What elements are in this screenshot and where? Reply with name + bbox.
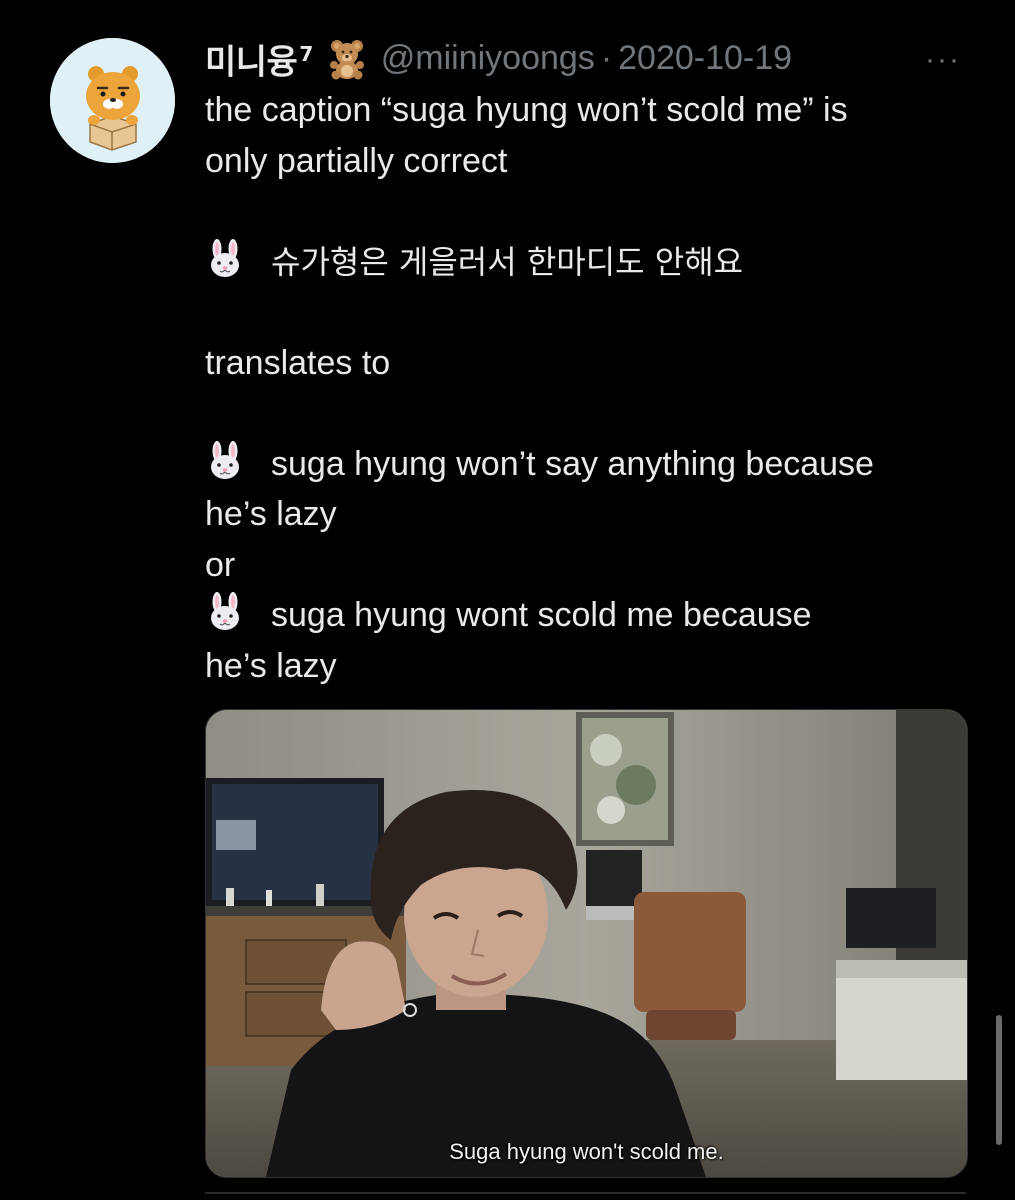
ryan-character-icon	[50, 38, 175, 163]
video-frame-image	[206, 710, 967, 1177]
rabbit-face-icon	[205, 592, 245, 632]
user-handle[interactable]: @miiniyoongs	[381, 36, 595, 80]
rabbit-face-icon	[205, 238, 245, 279]
text-line: or	[205, 545, 236, 584]
translation-line: suga hyung won’t say anything because	[205, 439, 995, 490]
tweet[interactable]: 미니융 7 @miiniyoongs · 2020-10-19 ··· the …	[0, 0, 1015, 1200]
korean-quote-line: 슈가형은 게을러서 한마디도 안해요	[205, 237, 995, 288]
teddy-bear-icon	[325, 36, 369, 80]
display-name[interactable]: 미니융 7	[205, 32, 313, 84]
text-line: he’s lazy	[205, 646, 337, 685]
text-line: the caption “suga hyung won’t scold me” …	[205, 91, 848, 129]
tweet-header: 미니융 7 @miiniyoongs · 2020-10-19	[205, 36, 792, 82]
translation-line: suga hyung wont scold me because	[205, 590, 995, 641]
tweet-text: the caption “suga hyung won’t scold me” …	[205, 85, 995, 691]
rabbit-face-icon	[205, 440, 245, 481]
display-name-superscript: 7	[299, 41, 313, 66]
tweet-date[interactable]: 2020-10-19	[618, 36, 792, 80]
separator-dot: ·	[600, 39, 613, 77]
tweet-media-image[interactable]: Suga hyung won't scold me.	[205, 709, 968, 1178]
video-subtitle: Suga hyung won't scold me.	[449, 1139, 724, 1164]
divider	[205, 1192, 966, 1194]
korean-text: 슈가형은 게을러서 한마디도 안해요	[271, 242, 744, 281]
translation-text: suga hyung wont scold me because	[271, 596, 812, 634]
text-line: translates to	[205, 343, 391, 382]
profile-avatar[interactable]	[50, 38, 175, 163]
translation-text: suga hyung won’t say anything because	[271, 444, 874, 483]
text-line: he’s lazy	[205, 495, 337, 533]
scrollbar[interactable]	[996, 1015, 1002, 1145]
more-options-icon[interactable]: ···	[925, 38, 961, 82]
text-line: only partially correct	[205, 141, 508, 180]
